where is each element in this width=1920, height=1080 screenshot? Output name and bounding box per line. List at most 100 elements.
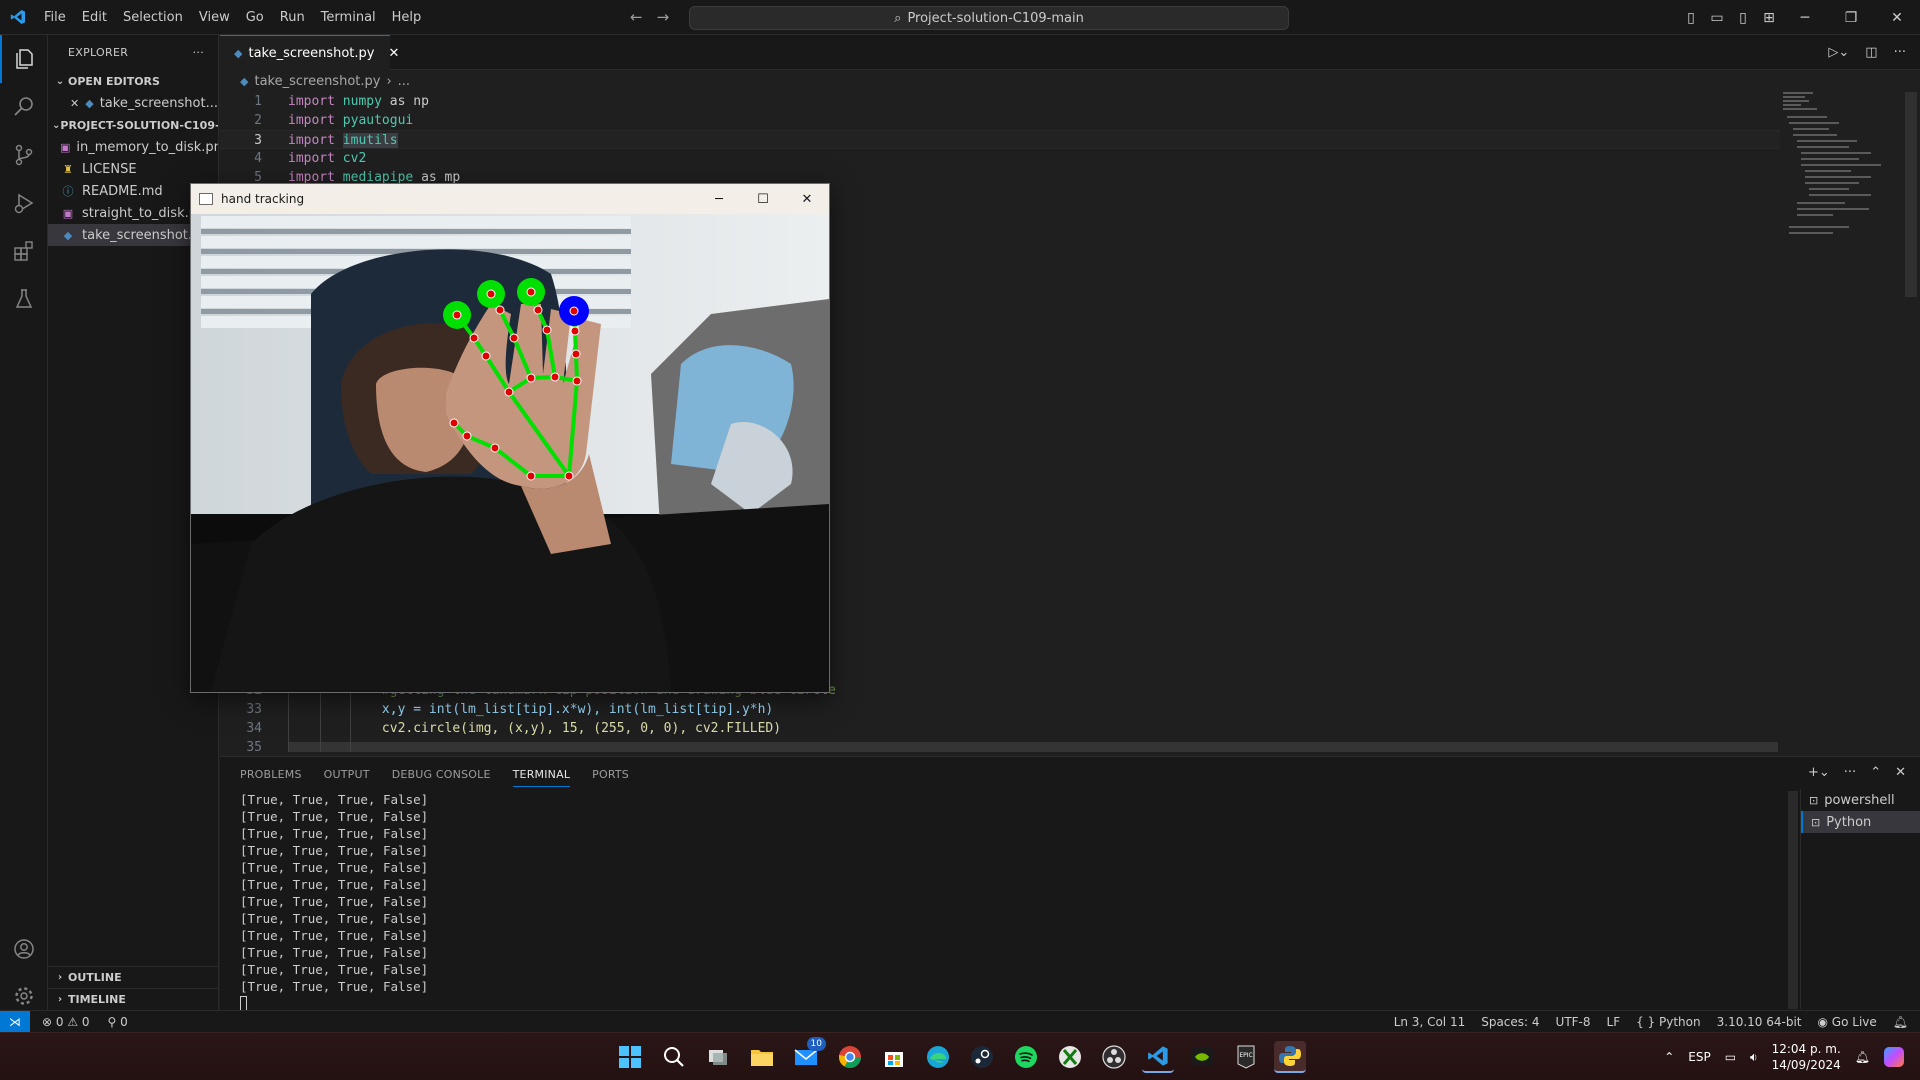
menu-help[interactable]: Help bbox=[384, 0, 430, 35]
hand-tracking-window[interactable]: hand tracking ─ ☐ ✕ bbox=[190, 183, 830, 693]
obs-icon[interactable] bbox=[1098, 1041, 1130, 1073]
run-debug-icon[interactable] bbox=[0, 179, 48, 227]
run-python-file-icon[interactable]: ▷⌄ bbox=[1828, 45, 1849, 60]
search-icon[interactable] bbox=[0, 83, 48, 131]
command-center[interactable]: ⌕ Project-solution-C109-main bbox=[689, 6, 1289, 30]
tab-output[interactable]: OUTPUT bbox=[324, 768, 370, 781]
menu-file[interactable]: File bbox=[36, 0, 74, 35]
volume-icon[interactable]: 🔉︎ bbox=[1750, 1050, 1758, 1065]
terminal-scrollbar[interactable] bbox=[1788, 791, 1798, 1009]
taskbar-search-icon[interactable] bbox=[658, 1041, 690, 1073]
show-hidden-icons-chevron-icon[interactable]: ⌃ bbox=[1664, 1050, 1674, 1064]
menu-view[interactable]: View bbox=[191, 0, 238, 35]
close-tab-icon[interactable]: ✕ bbox=[388, 46, 399, 61]
epic-games-icon[interactable]: EPIC bbox=[1230, 1041, 1262, 1073]
close-icon[interactable]: ✕ bbox=[785, 184, 829, 214]
terminal-item-python[interactable]: ⊡ Python bbox=[1801, 811, 1920, 833]
open-editor-item[interactable]: ✕ ◆ take_screenshot.... bbox=[48, 92, 218, 114]
back-arrow-icon[interactable]: ← bbox=[630, 8, 643, 26]
notifications-bell-icon[interactable]: 🔔︎ bbox=[1893, 1015, 1908, 1029]
open-editors-section[interactable]: ⌄ OPEN EDITORS bbox=[48, 70, 218, 92]
chrome-icon[interactable] bbox=[834, 1041, 866, 1073]
edge-icon[interactable] bbox=[922, 1041, 954, 1073]
mail-icon[interactable]: 10 bbox=[790, 1037, 826, 1073]
more-actions-icon[interactable]: ··· bbox=[1844, 765, 1856, 780]
notification-bell-icon[interactable]: 🔔︎ bbox=[1855, 1050, 1870, 1064]
close-icon[interactable]: ✕ bbox=[70, 97, 79, 110]
maximize-panel-icon[interactable]: ⌃ bbox=[1870, 765, 1881, 780]
close-panel-icon[interactable]: ✕ bbox=[1895, 765, 1906, 780]
timeline-section[interactable]: › TIMELINE bbox=[48, 988, 218, 1010]
forward-arrow-icon[interactable]: → bbox=[657, 8, 670, 26]
code-line[interactable]: 2 import pyautogui bbox=[220, 111, 1780, 130]
testing-icon[interactable] bbox=[0, 275, 48, 323]
encoding[interactable]: UTF-8 bbox=[1556, 1015, 1591, 1029]
tab-problems[interactable]: PROBLEMS bbox=[240, 768, 302, 781]
tab-terminal[interactable]: TERMINAL bbox=[512, 768, 571, 787]
language-mode[interactable]: { } Python bbox=[1636, 1015, 1701, 1029]
breadcrumb-file[interactable]: take_screenshot.py bbox=[254, 74, 380, 89]
maximize-icon[interactable]: ☐ bbox=[741, 184, 785, 214]
menu-selection[interactable]: Selection bbox=[115, 0, 191, 35]
toggle-secondary-sidebar-icon[interactable]: ▯ bbox=[1730, 0, 1756, 35]
file-item[interactable]: ▣ in_memory_to_disk.png bbox=[48, 136, 218, 158]
explorer-icon[interactable] bbox=[0, 35, 48, 83]
horizontal-scrollbar[interactable] bbox=[288, 742, 1778, 752]
clock[interactable]: 12:04 p. m. 14/09/2024 bbox=[1772, 1041, 1841, 1073]
code-line[interactable]: 33 x,y = int(lm_list[tip].x*w), int(lm_l… bbox=[220, 700, 1780, 719]
breadcrumb-more[interactable]: ... bbox=[398, 74, 410, 89]
code-line-current[interactable]: 3 import imutils bbox=[220, 130, 1780, 149]
project-section[interactable]: ⌄ PROJECT-SOLUTION-C109-... bbox=[48, 114, 218, 136]
restore-window-icon[interactable]: ❐ bbox=[1828, 0, 1874, 35]
file-item[interactable]: ♜ LICENSE bbox=[48, 158, 218, 180]
more-actions-icon[interactable]: ··· bbox=[1894, 45, 1906, 60]
end-of-line[interactable]: LF bbox=[1607, 1015, 1621, 1029]
extensions-icon[interactable] bbox=[0, 227, 48, 275]
task-view-icon[interactable] bbox=[702, 1041, 734, 1073]
start-windows-icon[interactable] bbox=[614, 1041, 646, 1073]
code-line[interactable]: 1 import numpy as np bbox=[220, 92, 1780, 111]
copilot-icon[interactable] bbox=[1884, 1047, 1904, 1067]
split-editor-icon[interactable]: ◫ bbox=[1865, 45, 1877, 60]
input-language[interactable]: ESP bbox=[1688, 1050, 1710, 1064]
tab-debug-console[interactable]: DEBUG CONSOLE bbox=[392, 768, 491, 781]
remote-indicator-icon[interactable]: ⋊ bbox=[0, 1011, 30, 1033]
microsoft-store-icon[interactable] bbox=[878, 1041, 910, 1073]
minimize-window-icon[interactable]: ─ bbox=[1782, 0, 1828, 35]
code-line[interactable]: 4 import cv2 bbox=[220, 149, 1780, 168]
toggle-panel-icon[interactable]: ▭ bbox=[1704, 0, 1730, 35]
close-window-icon[interactable]: ✕ bbox=[1874, 0, 1920, 35]
menu-run[interactable]: Run bbox=[272, 0, 313, 35]
toggle-primary-sidebar-icon[interactable]: ▯ bbox=[1678, 0, 1704, 35]
python-interpreter[interactable]: 3.10.10 64-bit bbox=[1717, 1015, 1802, 1029]
go-live-button[interactable]: ◉ Go Live bbox=[1818, 1015, 1877, 1029]
vertical-scrollbar[interactable] bbox=[1905, 92, 1917, 297]
cursor-position[interactable]: Ln 3, Col 11 bbox=[1394, 1015, 1466, 1029]
problems-indicator[interactable]: ⊗ 0 ⚠ 0 bbox=[42, 1015, 90, 1029]
tab-ports[interactable]: PORTS bbox=[592, 768, 629, 781]
file-explorer-icon[interactable] bbox=[746, 1041, 778, 1073]
indentation[interactable]: Spaces: 4 bbox=[1481, 1015, 1539, 1029]
more-actions-icon[interactable]: ··· bbox=[193, 46, 204, 59]
xbox-icon[interactable] bbox=[1054, 1041, 1086, 1073]
spotify-icon[interactable] bbox=[1010, 1041, 1042, 1073]
menu-terminal[interactable]: Terminal bbox=[313, 0, 384, 35]
accounts-icon[interactable] bbox=[0, 925, 48, 973]
network-icon[interactable]: ▭ bbox=[1725, 1050, 1736, 1064]
minimap[interactable] bbox=[1783, 92, 1903, 752]
python-taskbar-icon[interactable] bbox=[1274, 1041, 1306, 1073]
customize-layout-icon[interactable]: ⊞ bbox=[1756, 0, 1782, 35]
terminal-item-powershell[interactable]: ⊡ powershell bbox=[1801, 789, 1920, 811]
nvidia-icon[interactable] bbox=[1186, 1041, 1218, 1073]
ports-indicator[interactable]: ⚲ 0 bbox=[108, 1015, 128, 1029]
terminal-output[interactable]: [True, True, True, False] [True, True, T… bbox=[240, 791, 428, 1011]
hand-tracking-titlebar[interactable]: hand tracking ─ ☐ ✕ bbox=[191, 184, 829, 214]
vscode-taskbar-icon[interactable] bbox=[1142, 1041, 1174, 1073]
new-terminal-icon[interactable]: +⌄ bbox=[1808, 765, 1830, 780]
tab-take-screenshot[interactable]: ◆ take_screenshot.py ✕ bbox=[220, 35, 399, 70]
steam-icon[interactable] bbox=[966, 1041, 998, 1073]
minimize-icon[interactable]: ─ bbox=[697, 184, 741, 214]
outline-section[interactable]: › OUTLINE bbox=[48, 966, 218, 988]
menu-go[interactable]: Go bbox=[238, 0, 272, 35]
source-control-icon[interactable] bbox=[0, 131, 48, 179]
